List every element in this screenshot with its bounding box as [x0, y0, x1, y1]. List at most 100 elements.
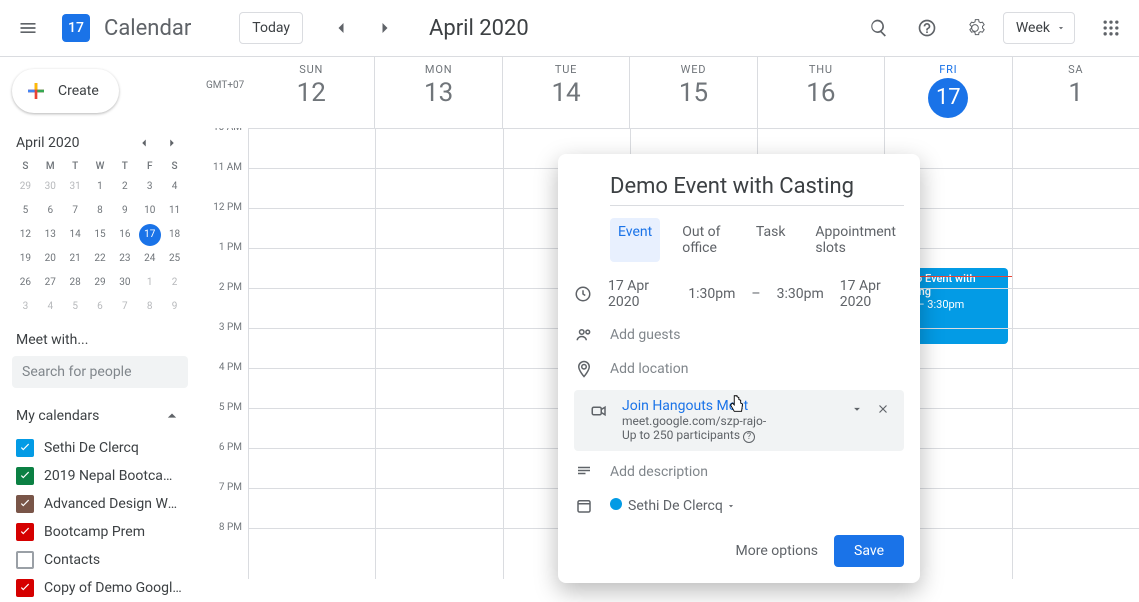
mini-day[interactable]: 8 [89, 200, 111, 222]
checkbox[interactable] [16, 467, 34, 485]
settings-icon[interactable] [955, 8, 995, 48]
mini-day[interactable]: 6 [39, 200, 61, 222]
guests-row[interactable]: Add guests [558, 318, 920, 352]
hangouts-meet-box[interactable]: Join Hangouts Meet meet.google.com/szp-r… [574, 390, 904, 451]
mini-day[interactable]: 22 [89, 248, 111, 270]
tab-out-of-office[interactable]: Out of office [674, 218, 734, 262]
mini-next-month[interactable] [160, 131, 184, 155]
location-row[interactable]: Add location [558, 352, 920, 386]
hour-label: 6 PM [200, 442, 248, 482]
calendar-item[interactable]: 2019 Nepal Bootcamp Lvl ... [12, 462, 188, 490]
calendar-item[interactable]: Bootcamp Prem [12, 518, 188, 546]
calendar-item[interactable]: Copy of Demo Google Site... [12, 574, 188, 602]
mini-day[interactable]: 10 [139, 200, 161, 222]
day-header[interactable]: THU16 [757, 57, 884, 128]
tab-task[interactable]: Task [748, 218, 794, 262]
prev-week-button[interactable] [321, 8, 361, 48]
meet-link-title[interactable]: Join Hangouts Meet [622, 398, 868, 414]
chevron-down-icon[interactable] [850, 402, 864, 419]
mini-day[interactable]: 31 [64, 176, 86, 198]
tab-event[interactable]: Event [610, 218, 660, 262]
mini-day[interactable]: 15 [89, 224, 111, 246]
mini-day[interactable]: 28 [64, 272, 86, 294]
mini-day[interactable]: 29 [89, 272, 111, 294]
mini-day[interactable]: 1 [89, 176, 111, 198]
day-header[interactable]: MON13 [374, 57, 501, 128]
mini-day[interactable]: 19 [14, 248, 36, 270]
mini-day[interactable]: 17 [139, 224, 161, 246]
mini-day[interactable]: 12 [14, 224, 36, 246]
mini-day[interactable]: 7 [114, 296, 136, 318]
mini-day[interactable]: 4 [164, 176, 186, 198]
day-header[interactable]: SA1 [1012, 57, 1139, 128]
day-header[interactable]: SUN12 [248, 57, 374, 128]
event-title-input[interactable] [610, 170, 904, 206]
search-people-input[interactable]: Search for people [12, 356, 188, 388]
mini-day[interactable]: 5 [64, 296, 86, 318]
today-button[interactable]: Today [239, 12, 303, 44]
collapse-icon[interactable] [160, 404, 184, 428]
mini-day[interactable]: 9 [114, 200, 136, 222]
mini-day[interactable]: 9 [164, 296, 186, 318]
mini-day[interactable]: 2 [164, 272, 186, 294]
day-header[interactable]: WED15 [629, 57, 756, 128]
day-header[interactable]: TUE14 [502, 57, 629, 128]
checkbox[interactable] [16, 523, 34, 541]
mini-day[interactable]: 6 [89, 296, 111, 318]
mini-day[interactable]: 16 [114, 224, 136, 246]
mini-day[interactable]: 24 [139, 248, 161, 270]
mini-prev-month[interactable] [132, 131, 156, 155]
mini-day[interactable]: 3 [14, 296, 36, 318]
day-column[interactable] [375, 128, 502, 579]
create-button[interactable]: Create [12, 69, 119, 113]
mini-day[interactable]: 23 [114, 248, 136, 270]
mini-day[interactable]: 25 [164, 248, 186, 270]
more-options-button[interactable]: More options [736, 543, 819, 559]
checkbox[interactable] [16, 579, 34, 597]
calendar-row[interactable]: Sethi De Clercq [558, 489, 920, 523]
mini-dow: S [14, 161, 37, 172]
mini-day[interactable]: 2 [114, 176, 136, 198]
mini-day[interactable]: 27 [39, 272, 61, 294]
mini-day[interactable]: 13 [39, 224, 61, 246]
mini-day[interactable]: 30 [114, 272, 136, 294]
calendar-item[interactable]: Advanced Design Work in ... [12, 490, 188, 518]
mini-day[interactable]: 18 [164, 224, 186, 246]
description-row[interactable]: Add description [558, 455, 920, 489]
checkbox[interactable] [16, 495, 34, 513]
calendar-item[interactable]: Sethi De Clercq [12, 434, 188, 462]
start-time[interactable]: 1:30pm [688, 286, 735, 302]
mini-day[interactable]: 11 [164, 200, 186, 222]
help-icon[interactable] [907, 8, 947, 48]
mini-day[interactable]: 8 [139, 296, 161, 318]
time-row[interactable]: 17 Apr 2020 1:30pm – 3:30pm 17 Apr 2020 [558, 270, 920, 318]
save-button[interactable]: Save [834, 535, 904, 567]
mini-day[interactable]: 7 [64, 200, 86, 222]
search-icon[interactable] [859, 8, 899, 48]
remove-meet-icon[interactable] [876, 402, 890, 419]
end-date[interactable]: 17 Apr 2020 [840, 278, 904, 310]
start-date[interactable]: 17 Apr 2020 [608, 278, 672, 310]
mini-day[interactable]: 20 [39, 248, 61, 270]
tab-appointment-slots[interactable]: Appointment slots [807, 218, 904, 262]
checkbox[interactable] [16, 439, 34, 457]
mini-day[interactable]: 21 [64, 248, 86, 270]
view-selector[interactable]: Week [1003, 12, 1075, 44]
mini-day[interactable]: 5 [14, 200, 36, 222]
mini-day[interactable]: 1 [139, 272, 161, 294]
day-column[interactable] [1012, 128, 1139, 579]
menu-icon[interactable] [8, 8, 48, 48]
end-time[interactable]: 3:30pm [777, 286, 824, 302]
calendar-item[interactable]: Contacts [12, 546, 188, 574]
mini-day[interactable]: 26 [14, 272, 36, 294]
mini-day[interactable]: 29 [14, 176, 36, 198]
apps-icon[interactable] [1091, 8, 1131, 48]
checkbox[interactable] [16, 551, 34, 569]
mini-day[interactable]: 4 [39, 296, 61, 318]
day-column[interactable] [248, 128, 375, 579]
day-header[interactable]: FRI17 [884, 57, 1011, 128]
next-week-button[interactable] [365, 8, 405, 48]
mini-day[interactable]: 30 [39, 176, 61, 198]
mini-day[interactable]: 14 [64, 224, 86, 246]
mini-day[interactable]: 3 [139, 176, 161, 198]
